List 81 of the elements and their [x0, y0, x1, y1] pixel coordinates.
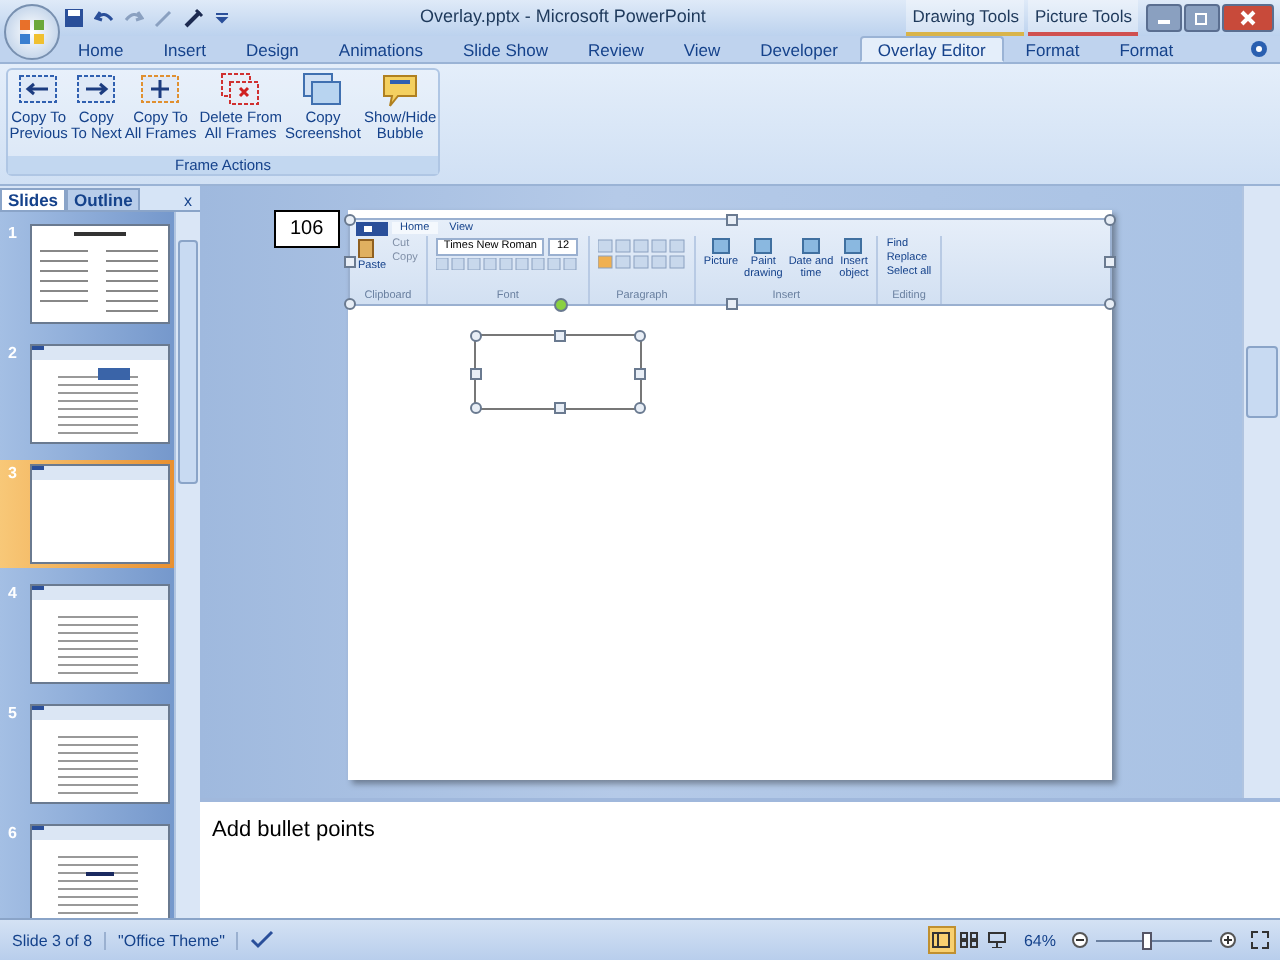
- scrollbar[interactable]: [1242, 186, 1280, 798]
- ribbon-tab[interactable]: Format: [1007, 36, 1098, 62]
- slide-thumbnail[interactable]: [30, 584, 171, 684]
- insert-item-icon: [754, 238, 773, 254]
- insert-item-icon: [844, 238, 863, 254]
- ribbon-tab[interactable]: Home: [60, 36, 142, 62]
- zoom-slider-thumb[interactable]: [1142, 931, 1153, 949]
- selection-handle[interactable]: [344, 298, 356, 310]
- paragraph-buttons-drawing: [597, 238, 686, 270]
- slide-thumbnail[interactable]: [30, 464, 171, 564]
- scrollbar[interactable]: [174, 212, 200, 918]
- ribbon-tab[interactable]: Overlay Editor: [859, 36, 1004, 62]
- selection-handle[interactable]: [1104, 256, 1116, 268]
- ribbon-tab[interactable]: View: [665, 36, 739, 62]
- slide-number: 4: [8, 584, 17, 602]
- selection-handle[interactable]: [634, 330, 646, 342]
- office-button[interactable]: [4, 4, 60, 60]
- ribbon-tab[interactable]: Slide Show: [444, 36, 567, 62]
- office-logo-icon: [18, 18, 46, 46]
- ribbon-tab[interactable]: Design: [227, 36, 317, 62]
- restore-button[interactable]: [1184, 4, 1220, 32]
- selection-handle[interactable]: [634, 402, 646, 414]
- selection-handle[interactable]: [1104, 298, 1116, 310]
- spellcheck-icon[interactable]: [248, 930, 277, 950]
- selection-handle[interactable]: [344, 214, 356, 226]
- selection-handle[interactable]: [470, 330, 482, 342]
- zoom-level: 64%: [1021, 931, 1058, 949]
- slide-counter: Slide 3 of 8: [0, 931, 107, 949]
- selection-handle[interactable]: [554, 330, 566, 342]
- theme-name: "Office Theme": [106, 931, 239, 949]
- selection-handle[interactable]: [634, 368, 646, 380]
- zoom-in-button[interactable]: [1216, 932, 1240, 948]
- slide-number: 2: [8, 344, 17, 362]
- selection-handle[interactable]: [1104, 214, 1116, 226]
- notes-text: Add bullet points: [212, 818, 375, 842]
- normal-view-button[interactable]: [927, 926, 956, 954]
- frame-number: 106: [274, 210, 340, 248]
- slide-thumbnail[interactable]: [30, 704, 171, 804]
- slide-thumbnail[interactable]: [30, 824, 171, 918]
- minimize-button[interactable]: [1146, 4, 1182, 32]
- fit-window-icon[interactable]: [1250, 930, 1270, 950]
- restore-icon: [1194, 10, 1210, 26]
- slide-thumbnail[interactable]: [30, 344, 171, 444]
- ribbon-tab[interactable]: Developer: [742, 36, 856, 62]
- slide-show-button[interactable]: [983, 926, 1012, 954]
- customize-icon[interactable]: [214, 8, 230, 28]
- speech-bubble-icon: [378, 70, 423, 110]
- notes-pane[interactable]: Add bullet points: [200, 798, 1280, 918]
- pane-tab[interactable]: Slides: [0, 188, 67, 210]
- close-button[interactable]: [1222, 4, 1274, 32]
- ribbon-tab[interactable]: Insert: [145, 36, 224, 62]
- rectangle-shape[interactable]: [474, 334, 642, 410]
- close-icon: [1240, 10, 1256, 26]
- pane-tab[interactable]: Outline: [66, 188, 141, 210]
- insert-item-icon: [801, 238, 820, 254]
- slide-thumbnail[interactable]: [30, 224, 171, 324]
- selection-handle[interactable]: [726, 214, 738, 226]
- ribbon-tab[interactable]: Review: [570, 36, 662, 62]
- ribbon-tab[interactable]: Format: [1101, 36, 1192, 62]
- ribbon-tab[interactable]: Animations: [320, 36, 441, 62]
- slide-sorter-button[interactable]: [955, 926, 984, 954]
- slide-number: 5: [8, 704, 17, 722]
- selection-handle[interactable]: [726, 298, 738, 310]
- window-title: Overlay.pptx - Microsoft PowerPoint: [420, 6, 706, 26]
- save-icon[interactable]: [64, 8, 84, 28]
- selection-handle[interactable]: [470, 402, 482, 414]
- help-icon[interactable]: [1250, 40, 1268, 58]
- clipboard-icon: [358, 238, 374, 258]
- app-menu-icon: [356, 221, 388, 235]
- selection-handle[interactable]: [554, 402, 566, 414]
- zoom-out-button[interactable]: [1068, 932, 1092, 948]
- selection-handle[interactable]: [470, 368, 482, 380]
- delete-frame-icon: [218, 70, 263, 110]
- close-pane-button[interactable]: x: [176, 192, 200, 210]
- slide-number: 6: [8, 824, 17, 842]
- slide-number: 3: [8, 464, 17, 482]
- slide-number: 1: [8, 224, 17, 242]
- insert-item-icon: [711, 238, 730, 254]
- rotate-handle[interactable]: [554, 298, 568, 312]
- windows-icon: [300, 70, 345, 110]
- selection-handle[interactable]: [344, 256, 356, 268]
